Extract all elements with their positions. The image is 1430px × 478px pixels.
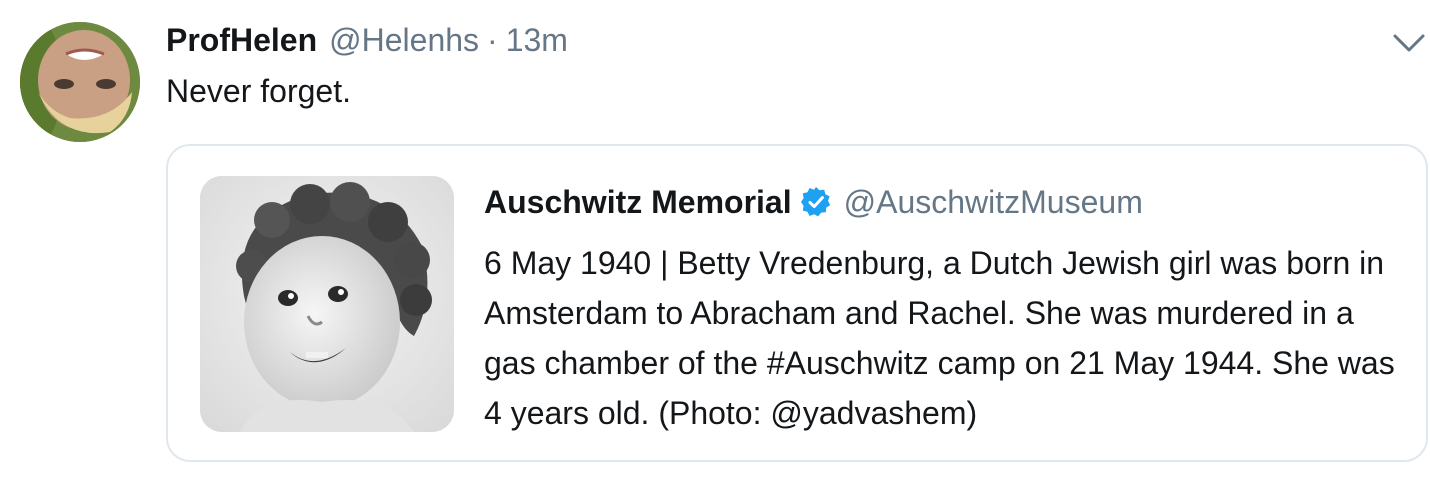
tweet-timestamp[interactable]: 13m bbox=[506, 20, 568, 60]
author-avatar[interactable] bbox=[20, 22, 140, 142]
chevron-down-icon[interactable] bbox=[1392, 30, 1426, 56]
quoted-tweet-text: 6 May 1940 | Betty Vredenburg, a Dutch J… bbox=[484, 245, 1395, 431]
quoted-tweet-card[interactable]: Auschwitz Memorial @AuschwitzMuseum 6 Ma… bbox=[166, 144, 1428, 462]
author-display-name[interactable]: ProfHelen bbox=[166, 20, 317, 60]
quoted-tweet-header: Auschwitz Memorial @AuschwitzMuseum bbox=[484, 182, 1143, 222]
header-separator: · bbox=[487, 22, 498, 58]
quoted-author-display-name: Auschwitz Memorial bbox=[484, 184, 792, 220]
quoted-tweet-photo[interactable] bbox=[200, 176, 454, 432]
author-handle[interactable]: @Helenhs bbox=[329, 20, 479, 60]
tweet-text: Never forget. bbox=[166, 73, 351, 109]
avatar-photo-icon bbox=[20, 22, 140, 142]
verified-badge-icon bbox=[800, 186, 832, 218]
tweet[interactable]: ProfHelen @Helenhs · 13m Never forget. A… bbox=[0, 0, 1430, 478]
child-portrait-icon bbox=[200, 176, 454, 432]
tweet-header: ProfHelen @Helenhs · 13m bbox=[166, 20, 568, 60]
quoted-author-handle: @AuschwitzMuseum bbox=[843, 184, 1143, 220]
